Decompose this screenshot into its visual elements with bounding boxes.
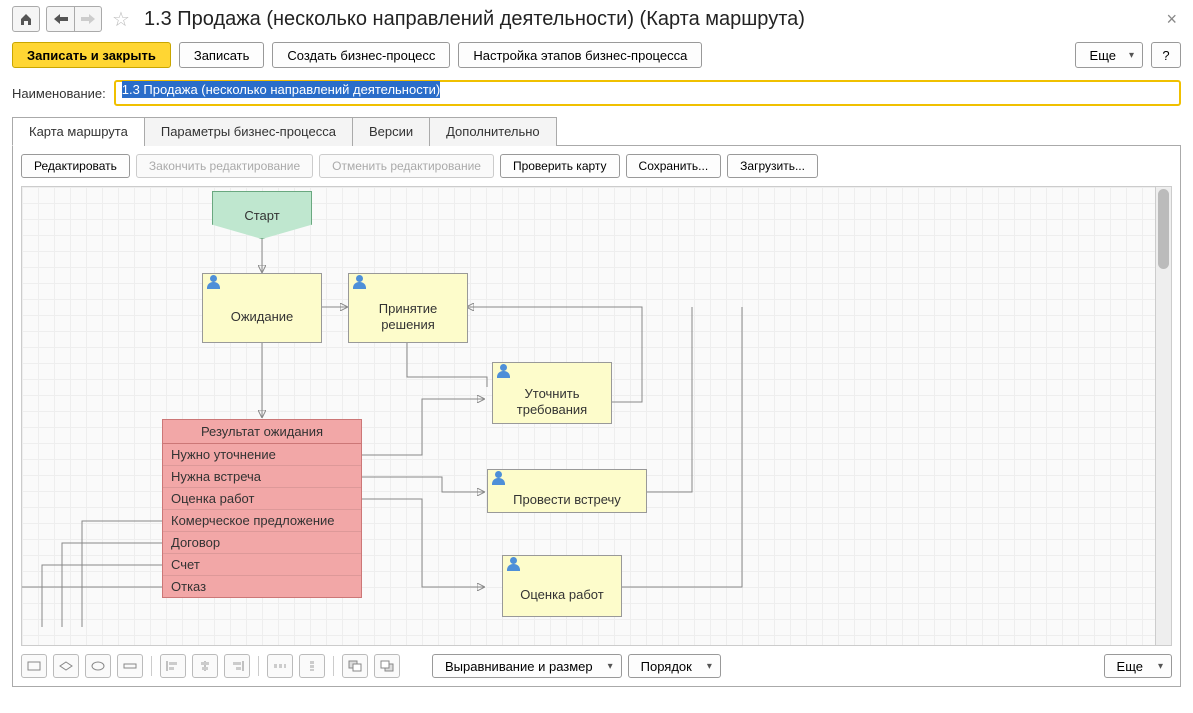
distrib-tool-1[interactable] [267, 654, 293, 678]
stage-settings-button[interactable]: Настройка этапов бизнес-процесса [458, 42, 702, 68]
flow-task-wait[interactable]: Ожидание [202, 273, 322, 343]
person-icon [492, 471, 506, 485]
tab-params[interactable]: Параметры бизнес-процесса [144, 117, 353, 146]
close-button[interactable]: × [1162, 9, 1181, 30]
flow-switch-opt[interactable]: Отказ [163, 576, 361, 597]
home-icon [19, 12, 33, 26]
flow-switch-opt[interactable]: Нужно уточнение [163, 444, 361, 466]
flow-start-label: Старт [244, 208, 279, 223]
save-map-button[interactable]: Сохранить... [626, 154, 722, 178]
align-tool-3[interactable] [224, 654, 250, 678]
align-icon [166, 660, 180, 672]
flow-switch-opt[interactable]: Комерческое предложение [163, 510, 361, 532]
page-title: 1.3 Продажа (несколько направлений деяте… [144, 8, 1157, 31]
separator [333, 656, 334, 676]
vertical-scrollbar[interactable] [1155, 187, 1171, 645]
person-icon [207, 275, 221, 289]
align-icon [198, 660, 212, 672]
order-tool-1[interactable] [342, 654, 368, 678]
edit-button[interactable]: Редактировать [21, 154, 130, 178]
distribute-icon [273, 660, 287, 672]
shape-tool-4[interactable] [117, 654, 143, 678]
tab-route[interactable]: Карта маршрута [12, 117, 145, 146]
distribute-icon [305, 660, 319, 672]
forward-button[interactable] [74, 6, 102, 32]
shape-tool-1[interactable] [21, 654, 47, 678]
back-button[interactable] [46, 6, 74, 32]
shape-tool-2[interactable] [53, 654, 79, 678]
home-button[interactable] [12, 6, 40, 32]
bottom-more-button[interactable]: Еще [1104, 654, 1172, 678]
order-dropdown[interactable]: Порядок [628, 654, 721, 678]
shape-icon [27, 661, 41, 671]
separator [151, 656, 152, 676]
check-map-button[interactable]: Проверить карту [500, 154, 620, 178]
create-bp-button[interactable]: Создать бизнес-процесс [272, 42, 450, 68]
flow-task-meet[interactable]: Провести встречу [487, 469, 647, 513]
route-canvas[interactable]: Старт Ожидание Принятие решения Уточнить… [21, 186, 1172, 646]
more-button[interactable]: Еще [1075, 42, 1143, 68]
distrib-tool-2[interactable] [299, 654, 325, 678]
flow-switch-opt[interactable]: Нужна встреча [163, 466, 361, 488]
flow-switch-opt[interactable]: Счет [163, 554, 361, 576]
shape-icon [59, 661, 73, 671]
order-icon [348, 660, 362, 672]
shape-icon [91, 661, 105, 671]
save-button[interactable]: Записать [179, 42, 265, 68]
flow-start[interactable]: Старт [212, 191, 312, 239]
person-icon [507, 557, 521, 571]
align-icon [230, 660, 244, 672]
finish-edit-button: Закончить редактирование [136, 154, 313, 178]
align-size-dropdown[interactable]: Выравнивание и размер [432, 654, 622, 678]
shape-icon [123, 661, 137, 671]
flow-switch-header: Результат ожидания [163, 420, 361, 444]
separator [258, 656, 259, 676]
tab-extra[interactable]: Дополнительно [429, 117, 557, 146]
save-close-button[interactable]: Записать и закрыть [12, 42, 171, 68]
order-tool-2[interactable] [374, 654, 400, 678]
arrow-left-icon [54, 14, 68, 24]
favorite-icon[interactable]: ☆ [112, 7, 130, 32]
flow-task-decide[interactable]: Принятие решения [348, 273, 468, 343]
flow-switch-opt[interactable]: Договор [163, 532, 361, 554]
flow-switch-opt[interactable]: Оценка работ [163, 488, 361, 510]
flow-switch[interactable]: Результат ожидания Нужно уточнение Нужна… [162, 419, 362, 598]
name-input[interactable]: 1.3 Продажа (несколько направлений деяте… [114, 80, 1181, 106]
flow-task-estimate[interactable]: Оценка работ [502, 555, 622, 617]
arrow-right-icon [81, 14, 95, 24]
help-button[interactable]: ? [1151, 42, 1181, 68]
flow-task-clarify[interactable]: Уточнить требования [492, 362, 612, 424]
cancel-edit-button: Отменить редактирование [319, 154, 494, 178]
order-icon [380, 660, 394, 672]
tab-versions[interactable]: Версии [352, 117, 430, 146]
align-tool-2[interactable] [192, 654, 218, 678]
person-icon [497, 364, 511, 378]
align-tool-1[interactable] [160, 654, 186, 678]
name-label: Наименование: [12, 86, 106, 101]
load-map-button[interactable]: Загрузить... [727, 154, 818, 178]
shape-tool-3[interactable] [85, 654, 111, 678]
person-icon [353, 275, 367, 289]
